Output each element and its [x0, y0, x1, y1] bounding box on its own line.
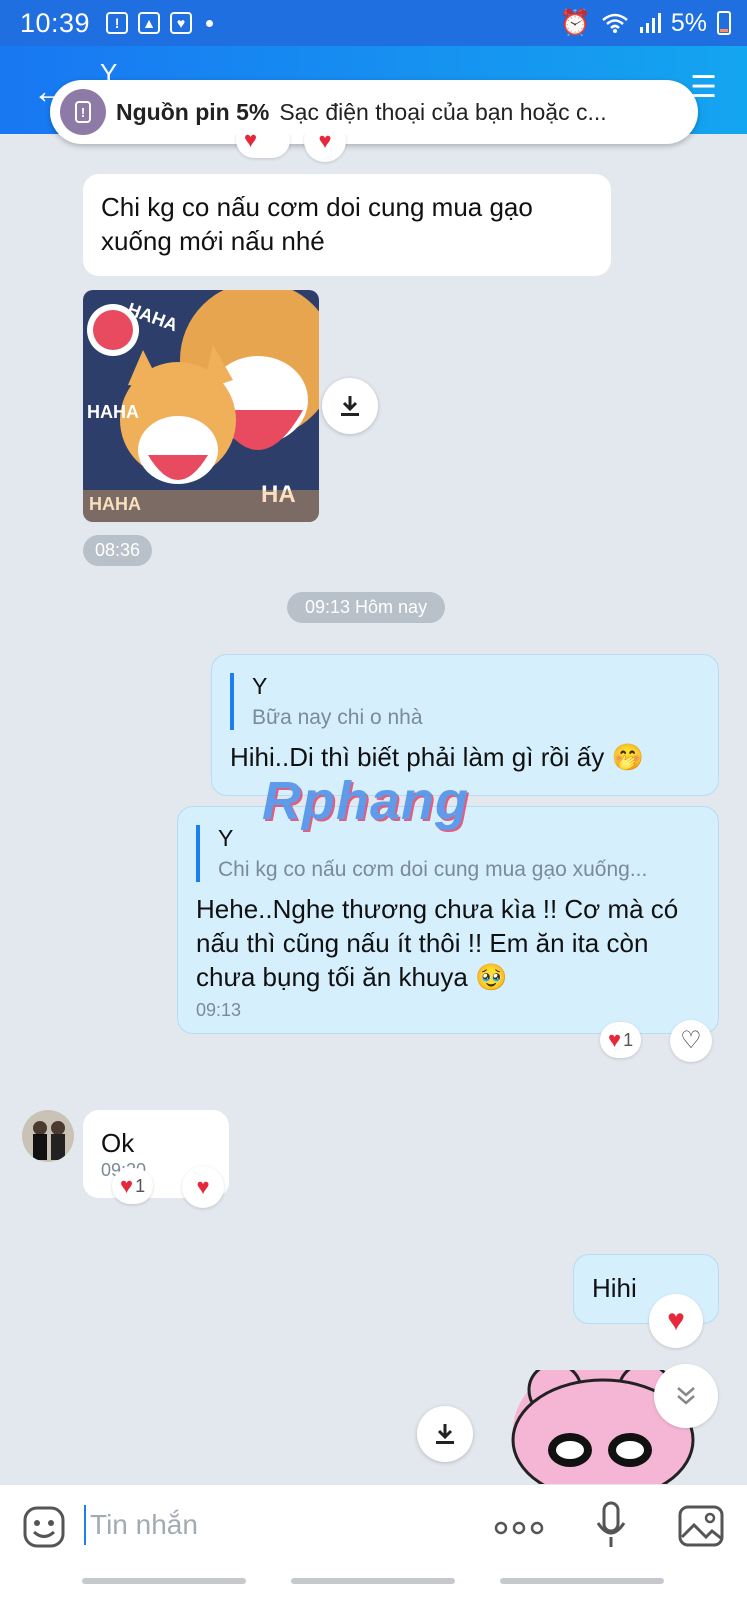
notification-title: Nguồn pin 5%	[116, 98, 270, 125]
avatar[interactable]	[22, 1110, 74, 1162]
reply-quote[interactable]: Y Bữa nay chi o nhà	[230, 673, 700, 730]
heart-icon: ♥	[196, 1174, 210, 1199]
reaction-count: 1	[623, 1029, 634, 1050]
chevron-double-down-icon	[677, 1387, 695, 1405]
sticker-image[interactable]: HAHA HAHA HAHA HA	[83, 290, 319, 522]
heart-react-button[interactable]: ♥	[182, 1166, 224, 1208]
battery-percent: 5%	[670, 8, 707, 37]
image-icon[interactable]	[678, 1505, 724, 1547]
heart-react-button[interactable]: ♥	[649, 1294, 703, 1348]
more-icon[interactable]	[494, 1521, 544, 1535]
status-right: ⏰ 5%	[560, 9, 731, 38]
timestamp-pill: 08:36	[83, 535, 153, 566]
message-input-bar: Tin nhắn	[0, 1484, 747, 1568]
date-divider: 09:13 Hôm nay	[287, 592, 446, 623]
reply-quote[interactable]: Y Chi kg co nấu cơm doi cung mua gạo xuố…	[196, 825, 700, 882]
heart-icon: ♥	[667, 1304, 685, 1337]
alert-icon: !	[106, 12, 129, 34]
emoji-icon[interactable]	[22, 1505, 66, 1549]
heart-icon: ♥	[244, 134, 258, 152]
signal-icon	[639, 13, 661, 33]
svg-text:HAHA: HAHA	[87, 402, 139, 422]
message-time: 09:13	[196, 1000, 242, 1020]
status-bar: 10:39 ! ▲ ♥ ⏰ 5%	[0, 0, 747, 46]
download-icon	[436, 1424, 454, 1444]
react-button[interactable]: ♡	[670, 1020, 712, 1062]
message-text: Hihi..Di thì biết phải làm gì rồi ấy 🤭	[230, 742, 644, 772]
status-notification-icons: ! ▲ ♥	[106, 12, 214, 34]
alarm-icon: ⏰	[559, 8, 591, 37]
notification-body: Sạc điện thoại của bạn hoặc c...	[279, 98, 607, 125]
wifi-icon	[602, 13, 628, 33]
system-nav-bar	[0, 1568, 747, 1600]
battery-icon	[717, 11, 731, 35]
nav-recent[interactable]	[82, 1578, 246, 1584]
scroll-down-button[interactable]	[654, 1364, 718, 1428]
heart-icon: ♥	[608, 1027, 622, 1052]
more-dot-icon	[206, 19, 214, 27]
nav-home[interactable]	[291, 1578, 455, 1584]
status-time: 10:39	[20, 7, 91, 38]
download-button[interactable]	[417, 1406, 473, 1462]
message-text: Ok	[101, 1128, 135, 1158]
quote-text: Chi kg co nấu cơm doi cung mua gạo xuống…	[218, 858, 648, 881]
quote-text: Bữa nay chi o nhà	[252, 706, 423, 729]
download-icon	[341, 396, 359, 416]
message-incoming[interactable]: Chi kg co nấu cơm doi cung mua gạo xuống…	[83, 174, 611, 276]
reaction-pill[interactable]: ♥ 1	[600, 1022, 642, 1058]
battery-alert-icon: !	[60, 89, 106, 135]
heart-icon: ♥	[318, 134, 332, 153]
gallery-icon: ▲	[138, 12, 161, 34]
message-input[interactable]: Tin nhắn	[84, 1505, 198, 1545]
watermark-logo: Rphang	[262, 771, 469, 831]
reaction-count: 1	[135, 1175, 146, 1196]
reaction-pill[interactable]: ♥	[236, 134, 290, 158]
heart-react-button[interactable]: ♥	[304, 134, 346, 162]
mic-icon[interactable]	[594, 1501, 628, 1549]
message-outgoing[interactable]: Y Chi kg co nấu cơm doi cung mua gạo xuố…	[177, 806, 719, 1034]
reaction-pill[interactable]: ♥ 1	[112, 1168, 154, 1204]
app-icon: ♥	[170, 12, 193, 34]
message-text: Hehe..Nghe thương chưa kìa !! Cơ mà có n…	[196, 894, 679, 992]
chat-area[interactable]: ♥ ♥ Chi kg co nấu cơm doi cung mua gạo x…	[0, 134, 747, 1484]
message-text: Chi kg co nấu cơm doi cung mua gạo xuống…	[101, 192, 533, 256]
download-button[interactable]	[322, 378, 378, 434]
heart-outline-icon: ♡	[680, 1027, 702, 1054]
heart-icon: ♥	[120, 1173, 134, 1198]
quote-sender: Y	[252, 673, 268, 699]
nav-back[interactable]	[500, 1578, 664, 1584]
